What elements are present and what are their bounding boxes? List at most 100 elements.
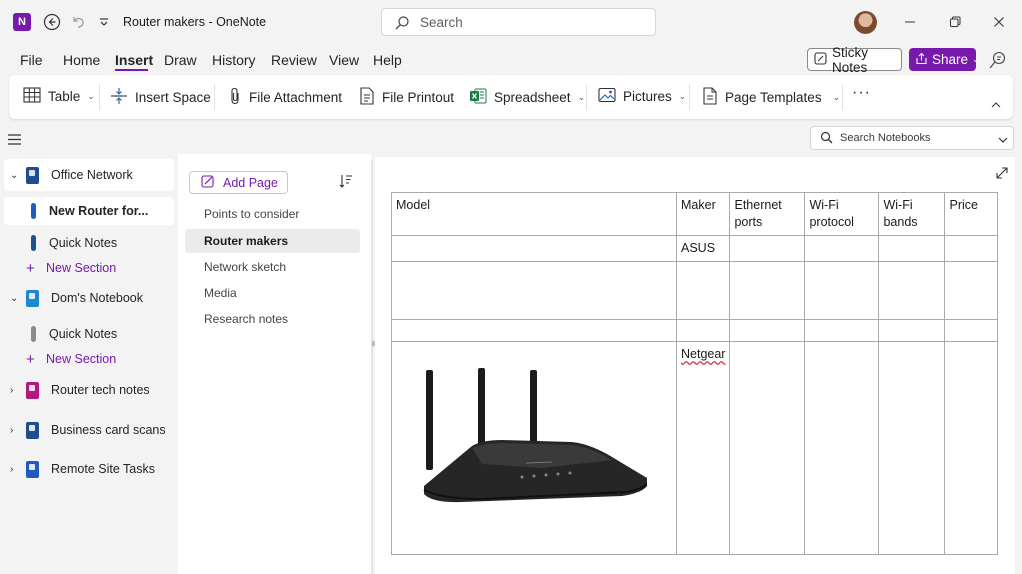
chevron-down-icon: ⌄ bbox=[10, 292, 19, 304]
notebook-office-network[interactable]: ⌄ Office Network bbox=[4, 159, 174, 191]
page-item[interactable]: Points to consider bbox=[185, 202, 360, 226]
table-cell[interactable] bbox=[878, 235, 946, 262]
notebook-icon bbox=[26, 289, 39, 307]
search-notebooks-placeholder: Search Notebooks bbox=[840, 132, 931, 144]
table-cell[interactable]: Netgear bbox=[675, 341, 731, 555]
section-label: Quick Notes bbox=[49, 327, 118, 341]
table-cell[interactable] bbox=[804, 261, 880, 320]
notebook-label: Business card scans bbox=[51, 423, 166, 437]
insert-space-label: Insert Space bbox=[135, 90, 211, 105]
menu-home[interactable]: Home bbox=[63, 52, 100, 68]
table-cell[interactable] bbox=[878, 319, 946, 342]
table-cell[interactable]: ASUS bbox=[675, 235, 731, 262]
chevron-down-icon: ⌄ bbox=[678, 91, 687, 101]
router-image[interactable] bbox=[422, 368, 648, 513]
menu-file[interactable]: File bbox=[20, 52, 43, 68]
header-cell[interactable]: Model bbox=[391, 192, 677, 236]
table-cell[interactable] bbox=[391, 261, 677, 320]
page-item-selected[interactable]: Router makers bbox=[185, 229, 360, 253]
add-page-label: Add Page bbox=[223, 175, 278, 190]
table-cell[interactable] bbox=[675, 261, 731, 320]
sticky-notes-button[interactable]: Sticky Notes bbox=[807, 45, 902, 75]
restore-icon[interactable] bbox=[945, 12, 965, 32]
undo-icon[interactable] bbox=[67, 11, 89, 33]
pane-splitter[interactable] bbox=[371, 160, 373, 574]
chevron-right-icon: › bbox=[10, 463, 14, 475]
table-cell[interactable] bbox=[729, 341, 806, 555]
add-page-button[interactable]: Add Page bbox=[189, 171, 288, 194]
menu-history[interactable]: History bbox=[212, 52, 256, 68]
table-cell[interactable] bbox=[729, 261, 806, 320]
collapse-ribbon-icon[interactable] bbox=[991, 101, 1001, 108]
plus-icon: + bbox=[26, 350, 35, 368]
customize-toolbar-icon[interactable] bbox=[93, 11, 115, 33]
back-icon[interactable] bbox=[41, 11, 63, 33]
section-label: New Router for... bbox=[49, 204, 149, 218]
sticky-note-icon bbox=[814, 51, 827, 68]
table-cell[interactable] bbox=[391, 341, 677, 555]
menu-help[interactable]: Help bbox=[373, 52, 402, 68]
insert-space-button[interactable]: Insert Space bbox=[110, 87, 211, 108]
table-cell[interactable] bbox=[675, 319, 731, 342]
sort-icon[interactable] bbox=[339, 174, 353, 191]
file-printout-icon bbox=[359, 87, 375, 108]
feedback-icon[interactable] bbox=[988, 50, 1008, 73]
table-cell[interactable] bbox=[878, 261, 946, 320]
new-section-button[interactable]: + New Section bbox=[4, 344, 174, 374]
spreadsheet-button[interactable]: Spreadsheet ⌄ bbox=[469, 87, 585, 108]
close-icon[interactable] bbox=[989, 12, 1009, 32]
more-options-icon[interactable]: ··· bbox=[852, 84, 871, 102]
new-section-button[interactable]: + New Section bbox=[4, 253, 174, 283]
pictures-label: Pictures bbox=[623, 89, 672, 104]
table-cell[interactable] bbox=[391, 319, 677, 342]
file-printout-button[interactable]: File Printout bbox=[359, 87, 454, 108]
header-cell[interactable]: Wi-Fi bands bbox=[878, 192, 946, 236]
hamburger-icon[interactable] bbox=[8, 133, 21, 148]
header-cell[interactable]: Ethernet ports bbox=[729, 192, 806, 236]
header-cell[interactable]: Maker bbox=[675, 192, 731, 236]
page-templates-button[interactable]: Page Templates ⌄ bbox=[702, 87, 840, 108]
table-cell[interactable] bbox=[729, 235, 806, 262]
menu-review[interactable]: Review bbox=[271, 52, 317, 68]
table-cell[interactable] bbox=[944, 261, 999, 320]
menu-view[interactable]: View bbox=[329, 52, 359, 68]
notebook-business-card-scans[interactable]: › Business card scans bbox=[4, 415, 174, 445]
page-item[interactable]: Research notes bbox=[185, 307, 360, 331]
table-cell[interactable] bbox=[944, 235, 999, 262]
avatar[interactable] bbox=[854, 11, 877, 34]
page-item[interactable]: Network sketch bbox=[185, 255, 360, 279]
menu-draw[interactable]: Draw bbox=[164, 52, 197, 68]
notebook-remote-site-tasks[interactable]: › Remote Site Tasks bbox=[4, 454, 174, 484]
pictures-button[interactable]: Pictures ⌄ bbox=[598, 87, 686, 106]
chevron-right-icon: › bbox=[10, 424, 14, 436]
menu-insert[interactable]: Insert bbox=[115, 52, 153, 68]
search-notebooks-input[interactable]: Search Notebooks bbox=[810, 126, 1014, 150]
notebook-icon bbox=[26, 421, 39, 439]
table-cell[interactable] bbox=[391, 235, 677, 262]
section-tab-icon bbox=[31, 203, 36, 219]
minimize-icon[interactable] bbox=[900, 12, 920, 32]
page-item[interactable]: Media bbox=[185, 281, 360, 305]
file-attachment-button[interactable]: File Attachment bbox=[228, 87, 342, 108]
full-page-view-icon[interactable] bbox=[995, 166, 1009, 183]
share-button[interactable]: Share ⌄ bbox=[909, 48, 980, 71]
notebook-router-tech-notes[interactable]: › Router tech notes bbox=[4, 375, 174, 405]
maker-netgear: Netgear bbox=[681, 347, 726, 361]
section-label: Quick Notes bbox=[49, 236, 118, 250]
routers-table[interactable]: Model Maker Ethernet ports Wi-Fi protoco… bbox=[391, 192, 999, 555]
table-cell[interactable] bbox=[729, 319, 806, 342]
table-cell[interactable] bbox=[804, 341, 880, 555]
header-cell[interactable]: Wi-Fi protocol bbox=[804, 192, 880, 236]
section-tab-icon bbox=[31, 235, 36, 251]
table-cell[interactable] bbox=[878, 341, 946, 555]
table-cell[interactable] bbox=[944, 319, 999, 342]
section-new-router[interactable]: New Router for... bbox=[4, 197, 174, 225]
chevron-down-icon[interactable] bbox=[998, 132, 1008, 147]
search-input[interactable]: Search bbox=[381, 8, 656, 36]
notebook-doms[interactable]: ⌄ Dom's Notebook bbox=[4, 283, 174, 313]
table-cell[interactable] bbox=[944, 341, 999, 555]
table-button[interactable]: Table ⌄ bbox=[23, 87, 95, 106]
header-cell[interactable]: Price bbox=[944, 192, 999, 236]
table-cell[interactable] bbox=[804, 319, 880, 342]
table-cell[interactable] bbox=[804, 235, 880, 262]
